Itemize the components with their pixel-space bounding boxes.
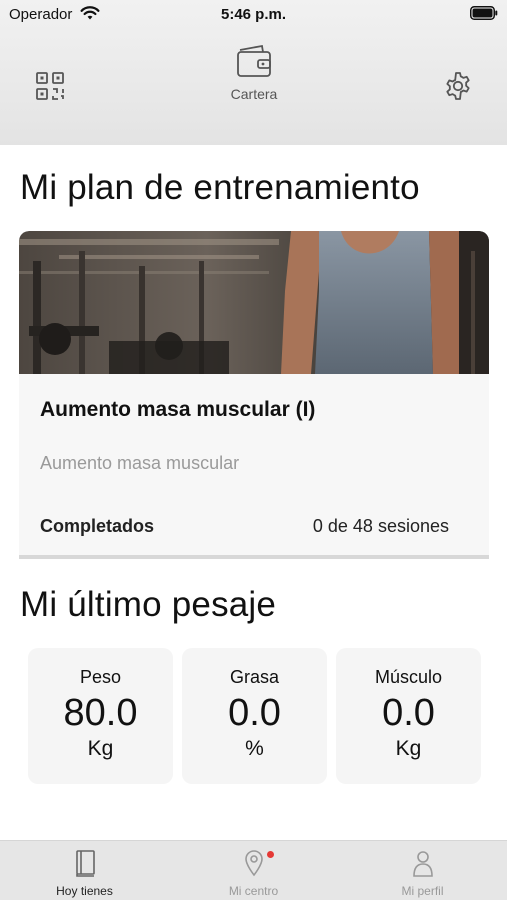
completed-sessions-value: 0 de 48 sesiones: [312, 516, 449, 536]
wallet-label: Cartera: [230, 86, 278, 102]
wallet-icon: [237, 44, 271, 77]
stat-unit: Kg: [395, 737, 422, 760]
tab-label: Mi perfil: [401, 884, 444, 898]
stat-unit: Kg: [87, 737, 114, 760]
tab-mi-perfil[interactable]: Mi perfil: [338, 841, 507, 900]
wallet-button[interactable]: Cartera: [214, 44, 294, 108]
stat-unit: %: [245, 737, 264, 760]
stat-value: 80.0: [63, 692, 138, 734]
training-plan-title: Mi plan de entrenamiento: [20, 168, 420, 207]
tab-mi-centro[interactable]: Mi centro: [169, 841, 338, 900]
plan-name: Aumento masa muscular (I): [40, 398, 316, 421]
last-weigh-in-title: Mi último pesaje: [20, 585, 277, 624]
muscle-stat-card: Músculo 0.0 Kg: [336, 648, 481, 784]
status-bar: Operador 5:46 p.m.: [0, 0, 507, 30]
settings-button[interactable]: [442, 70, 474, 102]
gym-photo: [19, 231, 489, 374]
qr-code-button[interactable]: [34, 70, 66, 102]
tab-hoy-tienes[interactable]: Hoy tienes: [0, 841, 169, 900]
stat-label: Grasa: [229, 667, 280, 687]
bottom-tab-bar: Hoy tienes Mi centro Mi perfil: [0, 840, 507, 900]
status-time: 5:46 p.m.: [220, 6, 287, 23]
weight-stat-card: Peso 80.0 Kg: [28, 648, 173, 784]
top-header: Operador 5:46 p.m. Cartera: [0, 0, 507, 145]
stat-value: 0.0: [228, 692, 281, 734]
notification-dot: [267, 851, 274, 858]
gear-icon: [446, 72, 470, 100]
qr-code-icon: [36, 72, 64, 100]
person-icon: [412, 851, 433, 877]
stat-label: Peso: [79, 667, 122, 687]
stat-value: 0.0: [382, 692, 435, 734]
battery-icon: [470, 6, 498, 20]
completed-label: Completados: [40, 516, 155, 536]
location-pin-icon: [244, 850, 263, 877]
fat-stat-card: Grasa 0.0 %: [182, 648, 327, 784]
book-icon: [75, 850, 95, 877]
training-plan-card[interactable]: Aumento masa muscular (I) Aumento masa m…: [19, 231, 489, 559]
plan-subtitle: Aumento masa muscular: [40, 453, 240, 473]
tab-label: Mi centro: [228, 884, 279, 898]
tab-label: Hoy tienes: [56, 884, 113, 898]
stat-label: Músculo: [374, 667, 443, 687]
card-bottom-divider: [19, 555, 489, 559]
